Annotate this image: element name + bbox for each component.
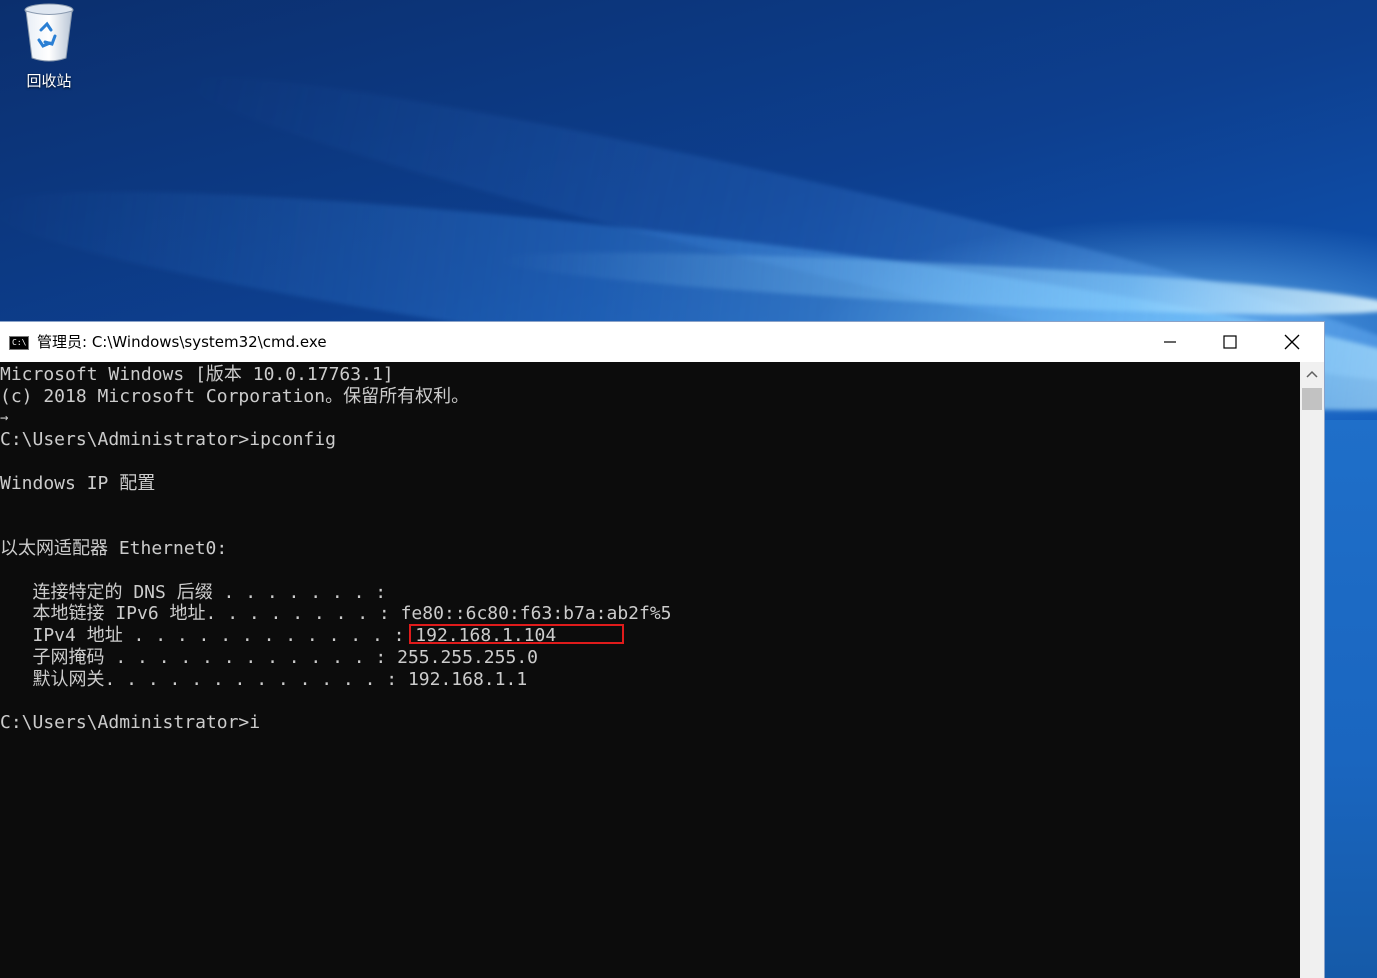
scrollbar-thumb[interactable] [1302, 388, 1322, 410]
recycle-bin-icon [24, 3, 74, 62]
window-titlebar[interactable]: C:\ 管理员: C:\Windows\system32\cmd.exe [0, 322, 1324, 362]
ip-highlight-box [409, 624, 624, 644]
console-output[interactable]: Microsoft Windows [版本 10.0.17763.1] (c) … [0, 362, 1300, 978]
recycle-bin-shortcut[interactable]: 回收站 [12, 2, 86, 91]
console-line: 默认网关. . . . . . . . . . . . . : 192.168.… [0, 669, 528, 690]
minimize-icon [1164, 341, 1176, 343]
console-line: → [0, 410, 9, 426]
maximize-button[interactable] [1200, 322, 1260, 362]
cmd-app-icon-text: C:\ [12, 338, 27, 347]
cmd-app-icon: C:\ [9, 336, 29, 350]
cmd-window[interactable]: C:\ 管理员: C:\Windows\system32\cmd.exe Mic… [0, 322, 1324, 978]
console-line: C:\Users\Administrator>ipconfig [0, 429, 336, 450]
console-line: (c) 2018 Microsoft Corporation。保留所有权利。 [0, 386, 470, 407]
console-line: Microsoft Windows [版本 10.0.17763.1] [0, 364, 394, 385]
console-line: 本地链接 IPv6 地址. . . . . . . . : fe80::6c80… [0, 603, 672, 624]
minimize-button[interactable] [1140, 322, 1200, 362]
close-icon [1284, 334, 1300, 350]
close-button[interactable] [1262, 322, 1322, 362]
chevron-up-icon [1306, 370, 1318, 378]
console-prompt-line: C:\Users\Administrator>i [0, 712, 261, 733]
console-line: 子网掩码 . . . . . . . . . . . . : 255.255.2… [0, 647, 539, 668]
maximize-icon [1223, 335, 1237, 349]
console-line: 连接特定的 DNS 后缀 . . . . . . . : [0, 582, 387, 603]
vertical-scrollbar[interactable] [1300, 362, 1324, 978]
console-line: Windows IP 配置 [0, 473, 156, 494]
wallpaper-edge [1324, 420, 1377, 978]
recycle-bin-label: 回收站 [26, 72, 72, 90]
scroll-up-button[interactable] [1300, 362, 1324, 386]
console-line: 以太网适配器 Ethernet0: [0, 538, 228, 559]
window-title: 管理员: C:\Windows\system32\cmd.exe [37, 333, 327, 351]
